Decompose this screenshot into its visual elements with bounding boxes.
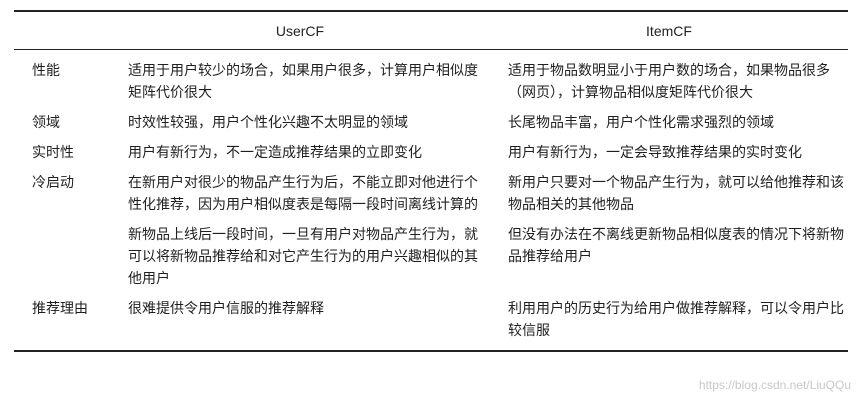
row-label — [14, 220, 110, 294]
row-label: 推荐理由 — [32, 301, 88, 317]
row-label: 领域 — [32, 115, 60, 131]
row-label: 性能 — [32, 63, 60, 79]
table-row-cold-start: 冷启动 在新用户对很少的物品产生行为后，不能立即对他进行个性化推荐，因为用户相似… — [14, 168, 848, 220]
comparison-table-container: UserCF ItemCF 性能 适用于用户较少的场合，如果用户很多，计算用户相… — [14, 10, 848, 352]
usercf-cell: 很难提供令用户信服的推荐解释 — [128, 301, 324, 317]
usercf-cell: 新物品上线后一段时间，一旦有用户对物品产生行为，就可以将新物品推荐给和对它产生行… — [128, 227, 478, 287]
header-cell-itemcf: ItemCF — [646, 22, 692, 39]
watermark-text: https://blog.csdn.net/LiuQQu — [698, 378, 851, 392]
row-label: 冷启动 — [32, 175, 74, 191]
table-row-cold-start-items: 新物品上线后一段时间，一旦有用户对物品产生行为，就可以将新物品推荐给和对它产生行… — [14, 220, 848, 294]
itemcf-cell: 适用于物品数明显小于用户数的场合，如果物品很多（网页），计算物品相似度矩阵代价很… — [508, 63, 830, 101]
comparison-table: UserCF ItemCF 性能 适用于用户较少的场合，如果用户很多，计算用户相… — [14, 10, 848, 352]
usercf-cell: 用户有新行为，不一定造成推荐结果的立即变化 — [128, 145, 422, 161]
table-row-recommendation-reason: 推荐理由 很难提供令用户信服的推荐解释 利用用户的历史行为给用户做推荐解释，可以… — [14, 294, 848, 351]
header-cell-usercf: UserCF — [275, 22, 325, 39]
itemcf-cell: 新用户只要对一个物品产生行为，就可以给他推荐和该物品相关的其他物品 — [508, 175, 844, 213]
table-row-realtime: 实时性 用户有新行为，不一定造成推荐结果的立即变化 用户有新行为，一定会导致推荐… — [14, 138, 848, 168]
usercf-cell: 时效性较强，用户个性化兴趣不太明显的领域 — [128, 115, 408, 131]
itemcf-cell: 用户有新行为，一定会导致推荐结果的实时变化 — [508, 145, 802, 161]
row-label: 实时性 — [32, 145, 74, 161]
itemcf-cell: 利用用户的历史行为给用户做推荐解释，可以令用户比较信服 — [508, 301, 844, 339]
header-cell-empty — [14, 11, 110, 50]
table-row-domain: 领域 时效性较强，用户个性化兴趣不太明显的领域 长尾物品丰富，用户个性化需求强烈… — [14, 108, 848, 138]
header-row: UserCF ItemCF — [14, 11, 848, 50]
table-row-performance: 性能 适用于用户较少的场合，如果用户很多，计算用户相似度矩阵代价很大 适用于物品… — [14, 50, 848, 109]
usercf-cell: 在新用户对很少的物品产生行为后，不能立即对他进行个性化推荐，因为用户相似度表是每… — [128, 175, 478, 213]
itemcf-cell: 长尾物品丰富，用户个性化需求强烈的领域 — [508, 115, 774, 131]
itemcf-cell: 但没有办法在不离线更新物品相似度表的情况下将新物品推荐给用户 — [508, 227, 844, 265]
usercf-cell: 适用于用户较少的场合，如果用户很多，计算用户相似度矩阵代价很大 — [128, 63, 478, 101]
